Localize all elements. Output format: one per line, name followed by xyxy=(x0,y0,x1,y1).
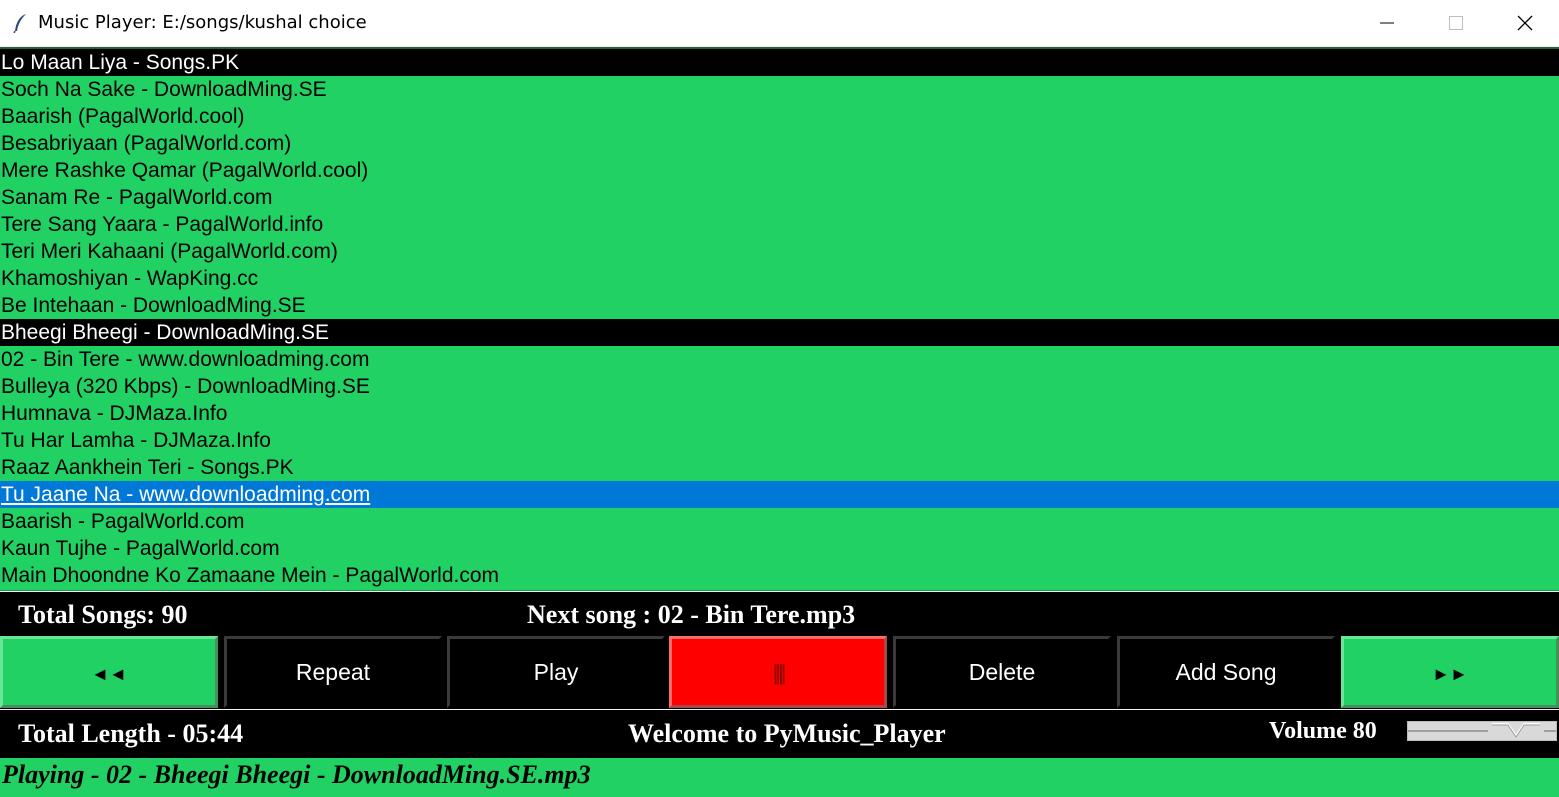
next-button[interactable]: ►► xyxy=(1341,636,1559,708)
maximize-icon xyxy=(1449,16,1463,30)
list-item[interactable]: Bulleya (320 Kbps) - DownloadMing.SE xyxy=(0,373,1559,400)
list-item[interactable]: Tu Har Lamha - DJMaza.Info xyxy=(0,427,1559,454)
close-button[interactable] xyxy=(1490,0,1559,46)
list-item[interactable]: Tere Sang Yaara - PagalWorld.info xyxy=(0,211,1559,238)
list-item[interactable]: 02 - Bin Tere - www.downloadming.com xyxy=(0,346,1559,373)
welcome-label: Welcome to PyMusic_Player xyxy=(628,719,946,748)
list-item[interactable]: Lo Maan Liya - Songs.PK xyxy=(0,49,1559,76)
volume-label: Volume 80 xyxy=(1269,718,1377,744)
previous-button[interactable]: ◄◄ xyxy=(0,636,218,708)
minimize-button[interactable] xyxy=(1352,0,1422,46)
list-item[interactable]: Be Intehaan - DownloadMing.SE xyxy=(0,292,1559,319)
status-bar: Playing - 02 - Bheegi Bheegi - DownloadM… xyxy=(0,756,1559,797)
now-playing-label: Playing - 02 - Bheegi Bheegi - DownloadM… xyxy=(2,760,591,789)
play-button[interactable]: Play xyxy=(447,636,665,708)
list-item[interactable]: Soch Na Sake - DownloadMing.SE xyxy=(0,76,1559,103)
list-item[interactable]: Baarish (PagalWorld.cool) xyxy=(0,103,1559,130)
list-item[interactable]: Bheegi Bheegi - DownloadMing.SE xyxy=(0,319,1559,346)
next-song-label: Next song : 02 - Bin Tere.mp3 xyxy=(527,600,856,629)
close-icon xyxy=(1517,15,1533,31)
bottom-bar: Total Length - 05:44 Welcome to PyMusic_… xyxy=(0,710,1559,756)
previous-icon: ◄◄ xyxy=(91,664,127,684)
total-songs-label: Total Songs: 90 xyxy=(18,600,188,629)
song-list[interactable]: Lo Maan Liya - Songs.PK Soch Na Sake - Do… xyxy=(0,47,1559,591)
list-item[interactable]: Sanam Re - PagalWorld.com xyxy=(0,184,1559,211)
control-panel: ◄◄ Repeat Play |||| Delete Add Song ►► xyxy=(0,635,1559,709)
next-icon: ►► xyxy=(1432,664,1468,684)
window-title: Music Player: E:/songs/kushal choice xyxy=(38,12,367,33)
info-bar: Total Songs: 90 Next song : 02 - Bin Ter… xyxy=(0,592,1559,635)
volume-slider-thumb[interactable] xyxy=(1488,722,1544,740)
list-item[interactable]: Khamoshiyan - WapKing.cc xyxy=(0,265,1559,292)
add-song-button[interactable]: Add Song xyxy=(1117,636,1335,708)
pause-icon: |||| xyxy=(772,660,787,685)
list-item[interactable]: Kaun Tujhe - PagalWorld.com xyxy=(0,535,1559,562)
minimize-icon xyxy=(1380,22,1394,24)
list-item[interactable]: Besabriyaan (PagalWorld.com) xyxy=(0,130,1559,157)
delete-button[interactable]: Delete xyxy=(893,636,1111,708)
title-bar: Music Player: E:/songs/kushal choice xyxy=(0,0,1559,46)
list-item[interactable]: Raaz Aankhein Teri - Songs.PK xyxy=(0,454,1559,481)
list-item[interactable]: Tu Jaane Na - www.downloadming.com xyxy=(0,481,1559,508)
list-item[interactable]: Main Dhoondne Ko Zamaane Mein - PagalWor… xyxy=(0,562,1559,589)
list-item[interactable]: Mere Rashke Qamar (PagalWorld.cool) xyxy=(0,157,1559,184)
list-item[interactable]: Teri Meri Kahaani (PagalWorld.com) xyxy=(0,238,1559,265)
maximize-button[interactable] xyxy=(1421,0,1491,46)
list-item[interactable]: Humnava - DJMaza.Info xyxy=(0,400,1559,427)
total-length-label: Total Length - 05:44 xyxy=(18,719,244,748)
volume-slider[interactable] xyxy=(1407,721,1557,741)
pause-button[interactable]: |||| xyxy=(669,636,887,708)
repeat-button[interactable]: Repeat xyxy=(224,636,442,708)
list-item[interactable]: Baarish - PagalWorld.com xyxy=(0,508,1559,535)
feather-icon xyxy=(13,14,26,33)
